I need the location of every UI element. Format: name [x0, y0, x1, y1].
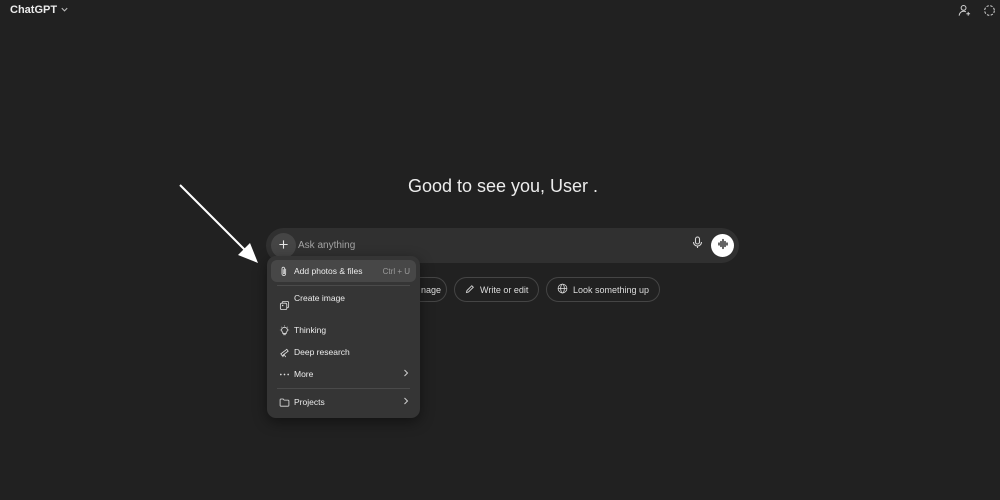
annotation-arrow	[179, 184, 258, 263]
chat-page: ChatGPT Good to see you, User . Ask anyt…	[0, 0, 1000, 500]
